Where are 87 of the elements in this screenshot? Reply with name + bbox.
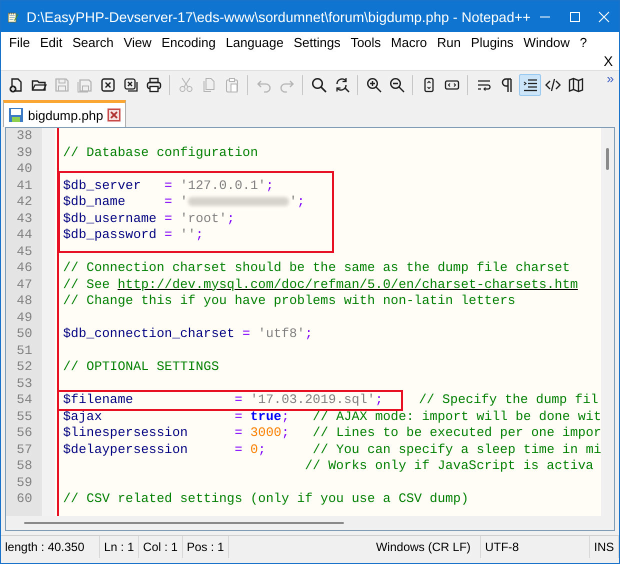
- close-tab-icon[interactable]: [107, 108, 122, 122]
- status-field: length : 40.350: [1, 536, 100, 558]
- line-number: 55: [16, 408, 34, 425]
- code-line: // Database configuration: [62, 144, 258, 161]
- line-number: 44: [16, 227, 34, 244]
- line-number: 56: [16, 425, 34, 442]
- search-icon: [310, 76, 326, 92]
- zoom-out-icon: [388, 76, 404, 92]
- code-line: // See http://dev.mysql.com/doc/refman/5.0/en/charset-charsets.htm: [62, 276, 578, 293]
- line-number: 38: [16, 128, 34, 144]
- menu-item[interactable]: File: [4, 34, 35, 50]
- code-line: $db_server = '127.0.0.1';: [62, 178, 274, 194]
- line-number: 45: [16, 244, 34, 260]
- printer-icon: [146, 76, 162, 92]
- line-number: 52: [16, 359, 34, 376]
- toolbar-overflow-button[interactable]: »: [602, 71, 619, 86]
- clipboard-icon: [224, 76, 240, 92]
- menu-item[interactable]: Language: [220, 34, 289, 50]
- code-line: $db_password = '';: [62, 227, 204, 244]
- line-number: 57: [16, 442, 34, 458]
- indent-guide-button[interactable]: [518, 74, 540, 96]
- menu-item[interactable]: Macro: [386, 34, 432, 50]
- maximize-icon: [568, 10, 581, 22]
- line-number: 60: [16, 491, 34, 508]
- status-field: UTF-8: [480, 536, 590, 558]
- code-line: $db_name = ' ';: [62, 194, 305, 210]
- menu-item[interactable]: Tools: [346, 34, 386, 50]
- code-line: $linespersession = 3000; // Lines to be executed per one impor: [62, 425, 602, 442]
- menu-item[interactable]: Window: [518, 34, 575, 50]
- zoom-in-icon: [366, 76, 382, 92]
- line-number: 40: [16, 161, 34, 178]
- line-number: 39: [16, 144, 34, 161]
- code-line: // Connection charset should be the same as the dump file charset: [62, 260, 570, 276]
- line-number: 43: [16, 210, 34, 227]
- scrollbar-thumb[interactable]: [606, 148, 610, 170]
- line-number: 51: [16, 342, 34, 359]
- line-number: 46: [16, 260, 34, 276]
- line-number: 53: [16, 376, 34, 392]
- window-title: D:\EasyPHP-Devserver-17\eds-www\sordumnet\forum\bigdump.php - Notepad++: [26, 8, 531, 24]
- code-line: // OPTIONAL SETTINGS: [62, 359, 220, 376]
- replace-icon: [334, 76, 350, 92]
- line-number: 54: [16, 392, 34, 408]
- menu-item[interactable]: Search: [67, 34, 119, 50]
- line-number: 49: [16, 310, 34, 326]
- file-tab[interactable]: bigdump.php: [3, 100, 126, 127]
- save-icon: [54, 76, 70, 92]
- line-number: 42: [16, 194, 34, 210]
- scissors-icon: [178, 76, 194, 92]
- menu-item[interactable]: Run: [432, 34, 466, 50]
- close-all-icon: [122, 76, 138, 92]
- status-field: Col : 1: [139, 536, 183, 558]
- new-file-icon: [8, 76, 24, 92]
- status-field: Ln : 1: [100, 536, 140, 558]
- save-icon: [8, 107, 24, 123]
- menu-item[interactable]: Settings: [288, 34, 346, 50]
- code-tag-icon: [544, 76, 560, 92]
- code-line: $db_connection_charset = 'utf8';: [62, 326, 313, 342]
- indent-guide-icon: [522, 76, 538, 92]
- line-number: 41: [16, 178, 34, 194]
- copy-icon: [200, 76, 216, 92]
- save-all-icon: [76, 76, 92, 92]
- line-number: 47: [16, 276, 34, 293]
- code-comment: // Specify the dump fil: [418, 392, 598, 408]
- scrollbar-thumb[interactable]: [24, 522, 344, 524]
- status-field: Windows (CR LF): [372, 536, 481, 558]
- menu-item[interactable]: View: [118, 34, 157, 50]
- status-field: Pos : 1: [182, 536, 230, 558]
- menu-item[interactable]: ?: [574, 34, 592, 50]
- code-line: // Works only if JavaScript is activa: [304, 458, 594, 474]
- menu-item[interactable]: Encoding: [156, 34, 221, 50]
- menu-item[interactable]: Edit: [34, 34, 68, 50]
- map-icon: [568, 76, 584, 92]
- line-number: 59: [16, 474, 34, 491]
- line-number: 58: [16, 458, 34, 474]
- code-line: $delaypersession = 0; // You can specify a sleep time in mi: [62, 442, 602, 458]
- code-line: $db_username = 'root';: [62, 210, 235, 227]
- code-line: $filename = '17.03.2019.sql';: [62, 392, 383, 408]
- code-line: // Change this if you have problems with non-latin letters: [62, 293, 516, 310]
- close-document-button[interactable]: X: [598, 53, 619, 69]
- code-line: $ajax = true; // AJAX mode: import will be done wit: [62, 408, 602, 425]
- line-number: 48: [16, 293, 34, 310]
- line-number: 50: [16, 326, 34, 342]
- code-line: // CSV related settings (only if you use a CSV dump): [62, 491, 469, 508]
- close-file-icon: [100, 76, 116, 92]
- status-field: INS: [590, 536, 619, 558]
- menu-item[interactable]: Plugins: [466, 34, 519, 50]
- close-icon: [598, 10, 610, 22]
